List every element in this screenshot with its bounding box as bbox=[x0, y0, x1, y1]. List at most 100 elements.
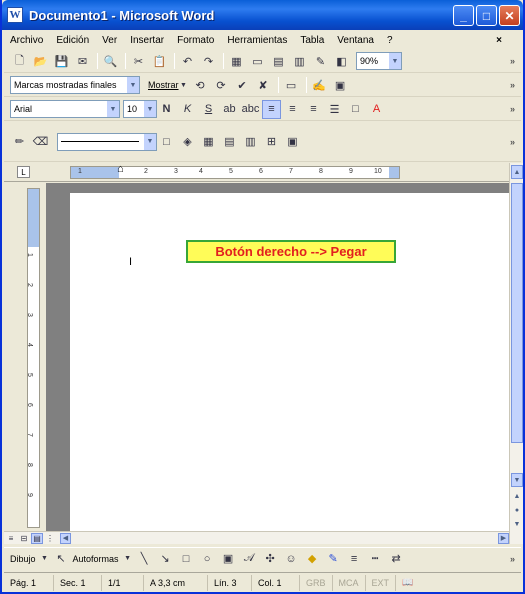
document-close-button[interactable]: × bbox=[496, 35, 502, 46]
document-area[interactable]: I Botón derecho --> Pegar bbox=[46, 183, 509, 531]
vertical-ruler[interactable]: 1 2 3 4 5 6 7 8 9 bbox=[24, 183, 43, 531]
dash-style-icon[interactable]: ┅ bbox=[366, 549, 385, 568]
normal-view-icon[interactable]: ≡ bbox=[5, 533, 17, 544]
menu-ventana[interactable]: Ventana bbox=[337, 35, 374, 46]
cut-icon[interactable]: ✂ bbox=[129, 52, 148, 71]
horizontal-ruler[interactable]: L 1 2 3 4 5 6 7 8 9 10 ⌂ bbox=[4, 163, 521, 182]
borders-icon[interactable]: □ bbox=[346, 100, 365, 119]
insert-table-icon[interactable]: ▦ bbox=[199, 132, 218, 151]
toolbar-options-icon[interactable]: » bbox=[510, 56, 515, 66]
new-comment-icon[interactable]: ▭ bbox=[282, 76, 301, 95]
open-folder-icon[interactable]: 📂 bbox=[31, 52, 50, 71]
word-app-icon[interactable]: W bbox=[7, 7, 23, 23]
close-button[interactable]: ✕ bbox=[499, 5, 520, 26]
eraser-icon[interactable]: ⌫ bbox=[31, 132, 50, 151]
chevron-down-icon[interactable]: ▼ bbox=[123, 549, 133, 568]
menu-formato[interactable]: Formato bbox=[177, 35, 214, 46]
paste-icon[interactable]: 📋 bbox=[150, 52, 169, 71]
document-map-icon[interactable]: ◧ bbox=[332, 52, 351, 71]
drawing-icon[interactable]: ✎ bbox=[311, 52, 330, 71]
toolbar-options-icon[interactable]: » bbox=[510, 554, 515, 564]
chevron-down-icon[interactable]: ▼ bbox=[107, 101, 119, 117]
vertical-scrollbar[interactable]: ▲ ▼ ▲ ● ▼ bbox=[509, 163, 523, 544]
outline-view-icon[interactable]: ⋮ bbox=[44, 533, 56, 544]
markup-display-combo[interactable]: Marcas mostradas finales ▼ bbox=[10, 76, 140, 94]
chevron-down-icon[interactable]: ▼ bbox=[144, 133, 156, 150]
print-preview-icon[interactable]: 🔍 bbox=[101, 52, 120, 71]
toolbar-options-icon[interactable]: » bbox=[510, 104, 515, 114]
next-page-icon[interactable]: ▼ bbox=[511, 517, 523, 531]
columns-icon[interactable]: ▥ bbox=[290, 52, 309, 71]
border-outside-icon[interactable]: □ bbox=[157, 132, 176, 151]
merge-cells-icon[interactable]: ▤ bbox=[220, 132, 239, 151]
status-ext[interactable]: EXT bbox=[366, 574, 397, 591]
underline-button[interactable]: S bbox=[199, 100, 218, 119]
line-icon[interactable]: ╲ bbox=[135, 549, 154, 568]
fill-color-icon[interactable]: ◆ bbox=[303, 549, 322, 568]
arrow-icon[interactable]: ↘ bbox=[156, 549, 175, 568]
show-menu-button[interactable]: Mostrar bbox=[148, 80, 179, 90]
print-view-icon[interactable]: ▤ bbox=[31, 532, 43, 544]
menu-archivo[interactable]: Archivo bbox=[10, 35, 43, 46]
split-cells-icon[interactable]: ▥ bbox=[241, 132, 260, 151]
wordart-icon[interactable]: 𝒜 bbox=[240, 549, 259, 568]
previous-page-icon[interactable]: ▲ bbox=[511, 489, 523, 503]
undo-icon[interactable]: ↶ bbox=[178, 52, 197, 71]
insert-table-icon[interactable]: ▭ bbox=[248, 52, 267, 71]
insert-excel-icon[interactable]: ▤ bbox=[269, 52, 288, 71]
align-right-icon[interactable]: ≡ bbox=[304, 100, 323, 119]
oval-icon[interactable]: ○ bbox=[198, 549, 217, 568]
arrow-style-icon[interactable]: ⇄ bbox=[387, 549, 406, 568]
chevron-down-icon[interactable]: ▼ bbox=[389, 53, 401, 69]
toolbar-options-icon[interactable]: » bbox=[510, 137, 515, 147]
status-mca[interactable]: MCA bbox=[333, 574, 366, 591]
zoom-combo[interactable]: 90% ▼ bbox=[356, 52, 402, 70]
spelling-status-icon[interactable]: 📖 bbox=[396, 575, 419, 591]
align-cell-icon[interactable]: ⊞ bbox=[262, 132, 281, 151]
scroll-thumb[interactable] bbox=[511, 183, 523, 443]
font-size-combo[interactable]: 10 ▼ bbox=[123, 100, 157, 118]
diagram-icon[interactable]: ✣ bbox=[261, 549, 280, 568]
scroll-left-icon[interactable]: ◀ bbox=[60, 532, 71, 544]
scroll-down-icon[interactable]: ▼ bbox=[511, 473, 523, 487]
redo-icon[interactable]: ↷ bbox=[199, 52, 218, 71]
accept-change-icon[interactable]: ✔ bbox=[233, 76, 252, 95]
font-color-icon[interactable]: A bbox=[367, 100, 386, 119]
track-changes-icon[interactable]: ✍ bbox=[310, 76, 329, 95]
tables-borders-icon[interactable]: ▦ bbox=[227, 52, 246, 71]
minimize-button[interactable]: _ bbox=[453, 5, 474, 26]
text-box-icon[interactable]: ▣ bbox=[219, 549, 238, 568]
rectangle-icon[interactable]: □ bbox=[177, 549, 196, 568]
maximize-button[interactable]: □ bbox=[476, 5, 497, 26]
web-view-icon[interactable]: ⊟ bbox=[18, 533, 30, 544]
reviewing-pane-icon[interactable]: ▣ bbox=[331, 76, 350, 95]
new-document-icon[interactable]: 🗋 bbox=[10, 52, 29, 71]
previous-change-icon[interactable]: ⟲ bbox=[191, 76, 210, 95]
clipart-icon[interactable]: ☺ bbox=[282, 549, 301, 568]
select-objects-icon[interactable]: ↖ bbox=[52, 549, 71, 568]
draw-menu-button[interactable]: Dibujo bbox=[10, 554, 36, 564]
draw-table-icon[interactable]: ✏ bbox=[10, 132, 29, 151]
toolbar-options-icon[interactable]: » bbox=[510, 80, 515, 90]
status-grb[interactable]: GRB bbox=[300, 574, 333, 591]
highlight-icon[interactable]: ab bbox=[220, 100, 239, 119]
browse-object-icon[interactable]: ● bbox=[511, 503, 523, 517]
menu-tabla[interactable]: Tabla bbox=[300, 35, 324, 46]
bold-button[interactable]: N bbox=[157, 100, 176, 119]
shading-icon[interactable]: ◈ bbox=[178, 132, 197, 151]
align-left-icon[interactable]: ≡ bbox=[262, 99, 281, 119]
scroll-track[interactable] bbox=[71, 532, 498, 544]
horizontal-scrollbar[interactable]: ≡ ⊟ ▤ ⋮ ◀ ▶ bbox=[4, 531, 509, 544]
permission-icon[interactable]: ✉ bbox=[73, 52, 92, 71]
next-change-icon[interactable]: ⟳ bbox=[212, 76, 231, 95]
chevron-down-icon[interactable]: ▼ bbox=[144, 101, 156, 117]
chevron-down-icon[interactable]: ▼ bbox=[40, 549, 50, 568]
reject-change-icon[interactable]: ✘ bbox=[254, 76, 273, 95]
tab-selector-icon[interactable]: L bbox=[17, 166, 30, 178]
menu-edicion[interactable]: Edición bbox=[56, 35, 89, 46]
align-center-icon[interactable]: ≡ bbox=[283, 100, 302, 119]
save-icon[interactable]: 💾 bbox=[52, 52, 71, 71]
chevron-down-icon[interactable]: ▼ bbox=[127, 77, 139, 93]
autoshapes-menu-button[interactable]: Autoformas bbox=[73, 554, 119, 564]
menu-ver[interactable]: Ver bbox=[102, 35, 117, 46]
